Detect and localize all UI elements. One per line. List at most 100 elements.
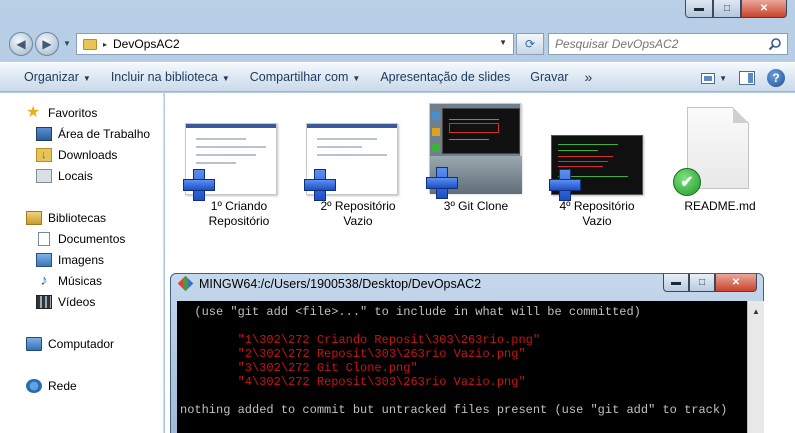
organize-menu[interactable]: Organizar ▼ <box>14 70 101 84</box>
recent-places-icon <box>36 169 52 183</box>
star-icon: ★ <box>26 104 41 121</box>
libraries-icon <box>26 211 42 225</box>
file-label-line1: 2º Repositório <box>320 199 396 213</box>
downloads-icon <box>36 148 52 162</box>
breadcrumb-arrow-icon[interactable]: ▸ <box>103 40 107 49</box>
nav-downloads[interactable]: Downloads <box>36 146 117 164</box>
nav-documentos-label: Documentos <box>58 232 126 246</box>
scroll-up-icon[interactable]: ▲ <box>752 307 760 316</box>
address-dropdown-icon[interactable]: ▼ <box>499 38 507 47</box>
include-label: Incluir na biblioteca <box>110 70 218 84</box>
nav-locais[interactable]: Locais <box>36 167 93 185</box>
file-label: 3º Git Clone <box>420 199 532 214</box>
nav-computador[interactable]: Computador <box>26 335 114 353</box>
nav-imagens[interactable]: Imagens <box>36 251 104 269</box>
share-label: Compartilhar com <box>249 70 349 84</box>
terminal-maximize-button[interactable]: □ <box>689 274 715 292</box>
terminal-scrollbar[interactable]: ▲ <box>747 301 764 433</box>
terminal-output[interactable]: (use "git add <file>..." to include in w… <box>177 301 747 433</box>
terminal-title-bar[interactable]: MINGW64:/c/Users/1900538/Desktop/DevOpsA… <box>179 277 481 291</box>
file-item-2-repositorio-vazio[interactable]: 2º Repositório Vazio <box>302 103 414 233</box>
close-button[interactable]: ✕ <box>741 0 787 18</box>
breadcrumb-devopsac2[interactable]: DevOpsAC2 <box>113 37 180 51</box>
untracked-file-line: "2\302\272 Reposit\303\263rio Vazio.png" <box>180 347 526 361</box>
nav-videos-label: Vídeos <box>58 295 96 309</box>
search-input[interactable] <box>555 37 755 51</box>
file-item-4-repositorio-vazio[interactable]: 4º Repositório Vazio <box>541 103 653 233</box>
file-item-readme[interactable]: ✔ README.md <box>664 103 776 233</box>
untracked-file-line: "1\302\272 Criando Reposit\303\263rio.pn… <box>180 333 541 347</box>
network-icon <box>26 379 42 393</box>
terminal-title: MINGW64:/c/Users/1900538/Desktop/DevOpsA… <box>199 277 482 291</box>
help-icon[interactable]: ? <box>767 69 785 87</box>
file-label: 2º Repositório Vazio <box>302 199 414 229</box>
terminal-caption-buttons: ▬ □ ✕ <box>663 274 757 292</box>
folder-icon <box>83 38 97 50</box>
refresh-icon: ⟳ <box>524 37 536 51</box>
nav-favoritos[interactable]: ★ Favoritos <box>26 104 97 122</box>
mingw-icon <box>179 277 193 291</box>
file-label: 1º Criando Repositório <box>183 199 295 229</box>
navigation-row: ◀ ▶ ▼ ▸ DevOpsAC2 ▼ ⟳ <box>0 30 795 58</box>
navigation-pane: ★ Favoritos Área de Trabalho Downloads L… <box>0 93 164 433</box>
git-clean-check-icon: ✔ <box>673 168 701 196</box>
window-caption-buttons: ▬ □ ✕ <box>685 0 787 18</box>
nav-documentos[interactable]: Documentos <box>36 230 125 248</box>
chevron-down-icon: ▼ <box>352 74 361 83</box>
file-item-1-criando-repositorio[interactable]: 1º Criando Repositório <box>183 103 295 233</box>
terminal-minimize-button[interactable]: ▬ <box>663 274 689 292</box>
nav-rede[interactable]: Rede <box>26 377 77 395</box>
terminal-line-hint: (use "git add <file>..." to include in w… <box>180 305 641 319</box>
terminal-window[interactable]: MINGW64:/c/Users/1900538/Desktop/DevOpsA… <box>170 273 764 433</box>
file-label-line2: Vazio <box>582 214 612 228</box>
documents-icon <box>38 232 50 246</box>
pictures-icon <box>36 253 52 267</box>
back-button[interactable]: ◀ <box>9 32 33 56</box>
terminal-line-summary: nothing added to commit but untracked fi… <box>180 403 728 417</box>
nav-area-de-trabalho[interactable]: Área de Trabalho <box>36 125 150 143</box>
desktop-icon <box>36 127 52 141</box>
nav-computador-label: Computador <box>48 337 115 351</box>
slideshow-button[interactable]: Apresentação de slides <box>370 70 520 84</box>
refresh-button[interactable]: ⟳ <box>516 33 544 55</box>
file-label-line1: README.md <box>684 199 756 213</box>
nav-videos[interactable]: Vídeos <box>36 293 95 311</box>
search-box[interactable] <box>548 33 788 55</box>
file-label-line2: Vazio <box>343 214 373 228</box>
nav-bibliotecas-label: Bibliotecas <box>48 211 107 225</box>
terminal-close-button[interactable]: ✕ <box>715 274 757 292</box>
file-item-3-git-clone[interactable]: 3º Git Clone <box>420 101 532 231</box>
nav-musicas[interactable]: ♪ Músicas <box>36 272 102 290</box>
add-overlay-icon <box>549 169 581 201</box>
untracked-file-line: "3\302\272 Git Clone.png" <box>180 361 418 375</box>
view-controls: ▼ ? <box>701 69 785 87</box>
maximize-button[interactable]: □ <box>713 0 741 18</box>
chevron-down-icon: ▼ <box>82 74 91 83</box>
nav-imagens-label: Imagens <box>58 253 105 267</box>
search-icon[interactable] <box>768 37 782 51</box>
computer-icon <box>26 337 42 351</box>
change-view-icon[interactable] <box>701 72 716 84</box>
nav-bibliotecas[interactable]: Bibliotecas <box>26 209 106 227</box>
command-bar: Organizar ▼ Incluir na biblioteca ▼ Compar… <box>0 62 795 92</box>
file-label-line1: 4º Repositório <box>559 199 635 213</box>
organize-label: Organizar <box>24 70 79 84</box>
add-overlay-icon <box>304 169 336 201</box>
videos-icon <box>36 295 52 309</box>
add-overlay-icon <box>183 169 215 201</box>
minimize-button[interactable]: ▬ <box>685 0 713 18</box>
nav-musicas-label: Músicas <box>58 274 103 288</box>
file-label-line1: 3º Git Clone <box>443 199 509 213</box>
nav-locais-label: Locais <box>58 169 93 183</box>
nav-downloads-label: Downloads <box>58 148 118 162</box>
share-with-menu[interactable]: Compartilhar com ▼ <box>240 70 371 84</box>
preview-pane-icon[interactable] <box>739 71 755 85</box>
include-in-library-menu[interactable]: Incluir na biblioteca ▼ <box>101 70 240 84</box>
address-bar[interactable]: ▸ DevOpsAC2 ▼ <box>76 33 514 55</box>
forward-button[interactable]: ▶ <box>35 32 59 56</box>
burn-button[interactable]: Gravar <box>520 70 578 84</box>
more-commands-button[interactable]: » <box>578 69 598 85</box>
recent-pages-dropdown[interactable]: ▼ <box>63 39 71 48</box>
view-dropdown-icon[interactable]: ▼ <box>719 74 727 83</box>
